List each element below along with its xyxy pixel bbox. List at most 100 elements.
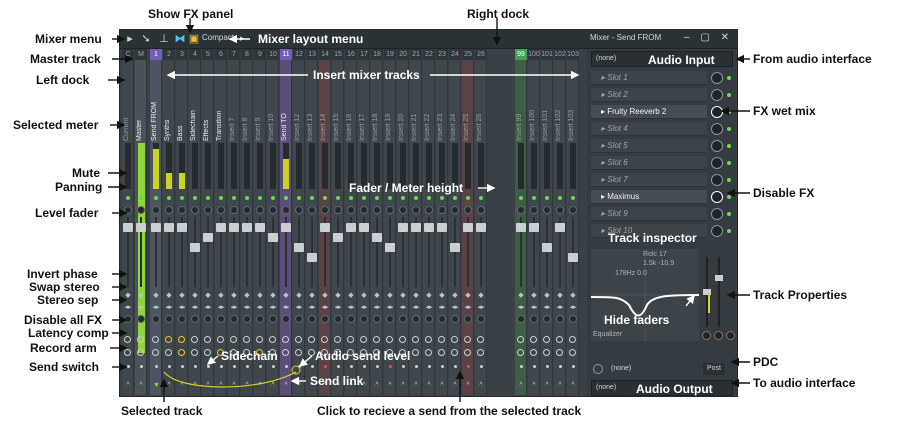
- level-fader[interactable]: [346, 223, 356, 232]
- pan-knob[interactable]: [191, 206, 199, 214]
- stereo-sep-knob[interactable]: [256, 315, 264, 323]
- invert-phase-icon[interactable]: ◆: [176, 292, 188, 300]
- record-arm-icon[interactable]: [285, 365, 288, 368]
- track-number[interactable]: 7: [228, 49, 240, 60]
- disable-fx-icon[interactable]: [282, 336, 289, 343]
- mixer-track-3[interactable]: 3 Bass ◆ ◂▸ ^: [176, 49, 188, 395]
- stereo-sep-knob[interactable]: [373, 315, 381, 323]
- track-number[interactable]: 16: [345, 49, 357, 60]
- fx-enable-led[interactable]: [727, 195, 731, 199]
- pan-knob[interactable]: [334, 206, 342, 214]
- send-switch-icon[interactable]: ^: [257, 382, 263, 389]
- track-name[interactable]: Insert 23: [437, 81, 447, 141]
- record-arm-icon[interactable]: [415, 365, 418, 368]
- stereo-sep-knob[interactable]: [412, 315, 420, 323]
- fx-wet-mix-knob[interactable]: [711, 106, 723, 118]
- invert-phase-icon[interactable]: ◆: [345, 292, 357, 300]
- latency-comp-icon[interactable]: [425, 349, 432, 356]
- mute-led[interactable]: [245, 196, 249, 200]
- stereo-sep-knob[interactable]: [569, 315, 577, 323]
- track-number[interactable]: 22: [423, 49, 435, 60]
- send-switch-icon[interactable]: ^: [166, 382, 172, 389]
- level-fader[interactable]: [450, 243, 460, 252]
- pan-knob[interactable]: [269, 206, 277, 214]
- pan-knob[interactable]: [556, 206, 564, 214]
- record-arm-icon[interactable]: [546, 365, 549, 368]
- record-arm-icon[interactable]: [441, 365, 444, 368]
- mute-led[interactable]: [375, 196, 379, 200]
- pdc-knob-icon[interactable]: [593, 364, 603, 374]
- track-name[interactable]: Insert 26: [476, 81, 486, 141]
- invert-phase-icon[interactable]: ◆: [436, 292, 448, 300]
- invert-phase-icon[interactable]: ◆: [135, 292, 147, 300]
- record-arm-icon[interactable]: [337, 365, 340, 368]
- fx-slot[interactable]: ▸ Slot 1: [591, 71, 707, 85]
- swap-stereo-icon[interactable]: ◂▸: [241, 304, 253, 312]
- volume-fader-handle[interactable]: [715, 275, 723, 281]
- stereo-sep-knob[interactable]: [347, 315, 355, 323]
- mixer-track-15[interactable]: 15 Insert 15 ◆ ◂▸ ^: [332, 49, 344, 395]
- latency-comp-icon[interactable]: [178, 349, 185, 356]
- stereo-sep-knob[interactable]: [386, 315, 394, 323]
- invert-phase-icon[interactable]: ◆: [397, 292, 409, 300]
- track-number[interactable]: 24: [449, 49, 461, 60]
- track-number[interactable]: 9: [254, 49, 266, 60]
- view-icon[interactable]: ⧓: [174, 33, 186, 45]
- record-arm-icon[interactable]: [233, 365, 236, 368]
- swap-stereo-icon[interactable]: ◂▸: [384, 304, 396, 312]
- mute-led[interactable]: [349, 196, 353, 200]
- fx-panel-icon[interactable]: ▣: [188, 33, 200, 45]
- send-switch-icon[interactable]: ^: [531, 382, 537, 389]
- mixer-track-103[interactable]: 103 Insert 103 ◆ ◂▸ ^: [567, 49, 579, 395]
- invert-phase-icon[interactable]: ◆: [319, 292, 331, 300]
- fx-slot[interactable]: ▸ Slot 5: [591, 139, 707, 153]
- disable-fx-icon[interactable]: [373, 336, 380, 343]
- pan-knob[interactable]: [360, 206, 368, 214]
- pan-knob[interactable]: [256, 206, 264, 214]
- swap-stereo-icon[interactable]: ◂▸: [423, 304, 435, 312]
- fx-wet-mix-knob[interactable]: [711, 140, 723, 152]
- send-switch-icon[interactable]: ^: [192, 382, 198, 389]
- pdc-value[interactable]: (none): [611, 365, 631, 372]
- invert-phase-icon[interactable]: ◆: [423, 292, 435, 300]
- knob[interactable]: [714, 331, 723, 340]
- stereo-sep-knob[interactable]: [243, 315, 251, 323]
- send-switch-icon[interactable]: ^: [413, 382, 419, 389]
- mute-led[interactable]: [219, 196, 223, 200]
- record-arm-icon[interactable]: [520, 365, 523, 368]
- track-name[interactable]: Insert 20: [398, 81, 408, 141]
- latency-comp-icon[interactable]: [517, 349, 524, 356]
- fx-wet-mix-knob[interactable]: [711, 157, 723, 169]
- stereo-sep-knob[interactable]: [308, 315, 316, 323]
- track-name[interactable]: Insert 8: [242, 81, 252, 141]
- invert-phase-icon[interactable]: ◆: [449, 292, 461, 300]
- latency-comp-icon[interactable]: [124, 349, 131, 356]
- invert-phase-icon[interactable]: ◆: [567, 292, 579, 300]
- pan-knob[interactable]: [425, 206, 433, 214]
- stereo-sep-knob[interactable]: [451, 315, 459, 323]
- record-arm-icon[interactable]: [572, 365, 575, 368]
- invert-phase-icon[interactable]: ◆: [554, 292, 566, 300]
- fx-slot[interactable]: ▸ Slot 2: [591, 88, 707, 102]
- pan-knob[interactable]: [412, 206, 420, 214]
- pan-knob[interactable]: [124, 206, 132, 214]
- stereo-sep-knob[interactable]: [282, 315, 290, 323]
- pan-knob[interactable]: [517, 206, 525, 214]
- level-fader[interactable]: [568, 253, 578, 262]
- mute-led[interactable]: [154, 196, 158, 200]
- record-arm-icon[interactable]: [246, 365, 249, 368]
- track-number[interactable]: 100: [528, 49, 540, 60]
- level-fader[interactable]: [203, 233, 213, 242]
- swap-stereo-icon[interactable]: ◂▸: [554, 304, 566, 312]
- disable-fx-icon[interactable]: [386, 336, 393, 343]
- stereo-sep-knob[interactable]: [152, 315, 160, 323]
- disable-fx-icon[interactable]: [269, 336, 276, 343]
- record-arm-icon[interactable]: [454, 365, 457, 368]
- level-fader[interactable]: [359, 223, 369, 232]
- mixer-track-25[interactable]: 25 Insert 25 ◆ ◂▸ ^: [462, 49, 474, 395]
- send-switch-icon[interactable]: ^: [478, 382, 484, 389]
- mixer-track-9[interactable]: 9 Insert 9 ◆ ◂▸ ^: [254, 49, 266, 395]
- mute-led[interactable]: [466, 196, 470, 200]
- record-arm-icon[interactable]: [140, 365, 143, 368]
- mixer-track-22[interactable]: 22 Insert 22 ◆ ◂▸ ^: [423, 49, 435, 395]
